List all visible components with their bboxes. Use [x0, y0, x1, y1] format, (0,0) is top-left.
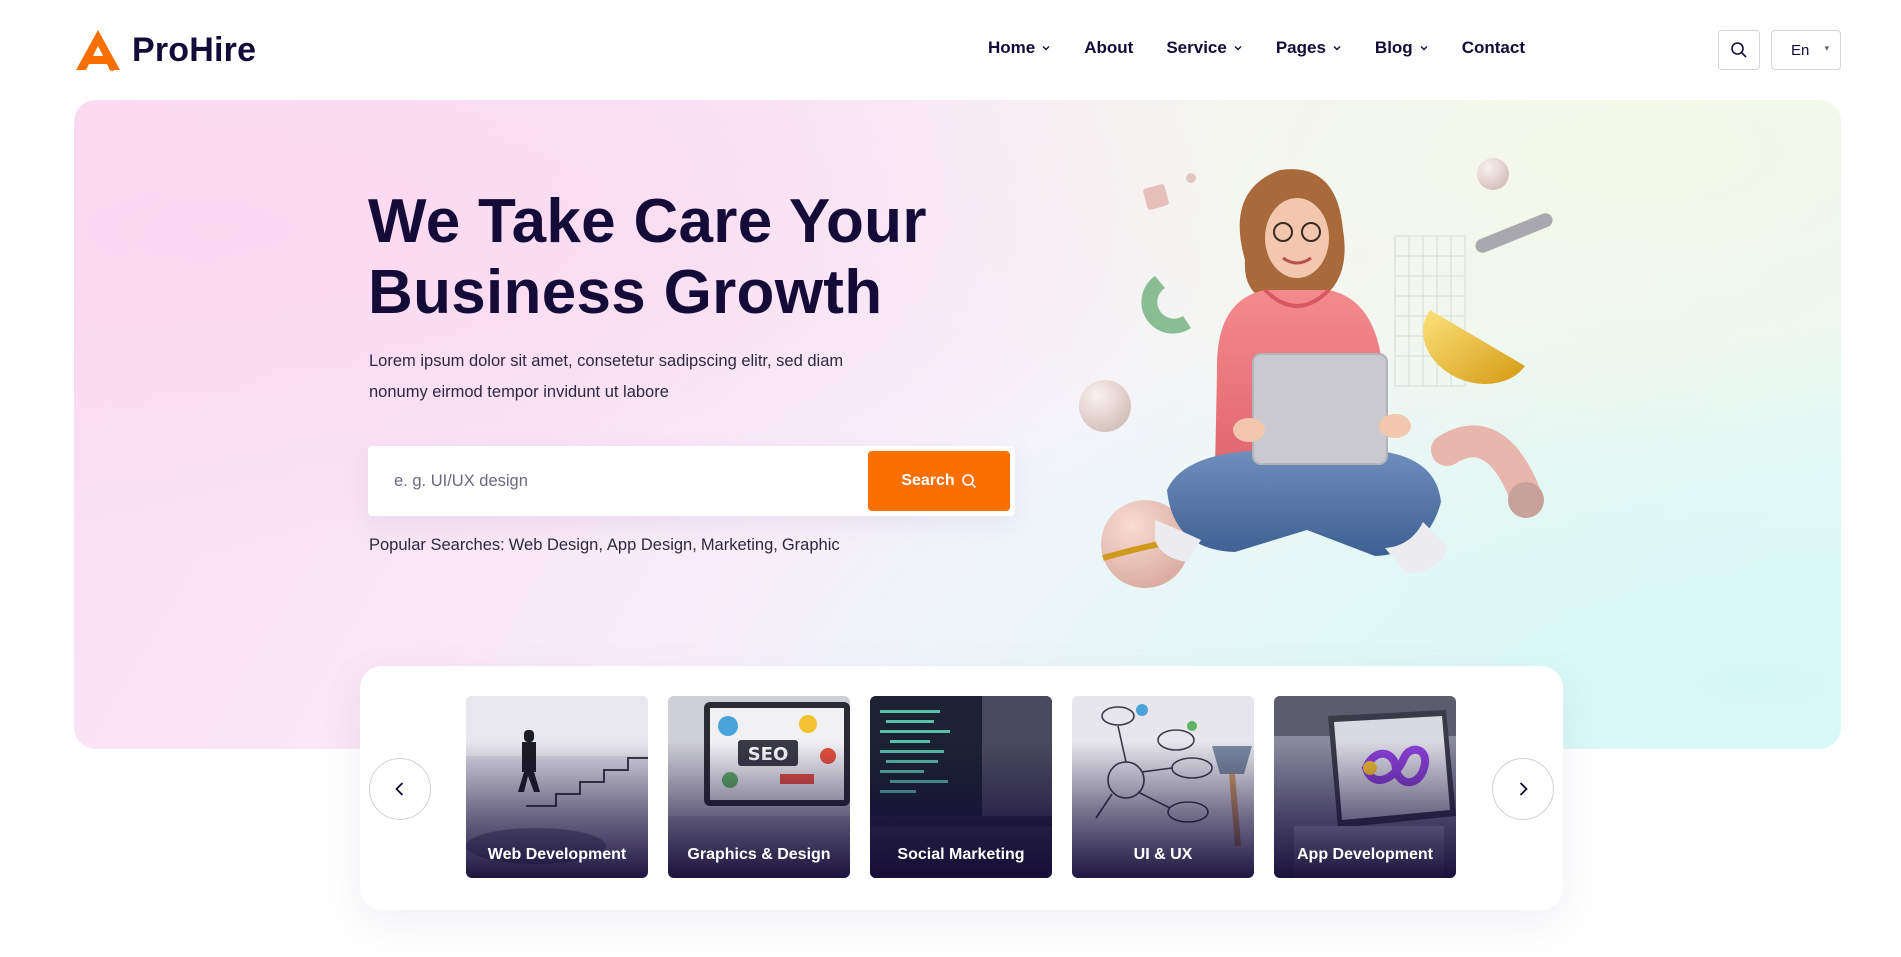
category-label: UI & UX [1133, 846, 1193, 863]
category-card-web-development[interactable]: Web Development [466, 696, 648, 878]
popular-search-link[interactable]: App Design, [607, 536, 697, 555]
hero-description-line1: Lorem ipsum dolor sit amet, consetetur s… [369, 352, 844, 370]
hero-title: We Take Care Your Business Growth [368, 186, 1008, 328]
slider-prev-button[interactable] [369, 758, 431, 820]
logo[interactable]: ProHire [74, 28, 256, 72]
category-label: Graphics & Design [687, 846, 831, 863]
category-card-app-development[interactable]: App Development [1274, 696, 1456, 878]
hero-title-line2: Business Growth [368, 258, 883, 327]
chevron-down-icon [1234, 46, 1242, 51]
popular-search-link[interactable]: Marketing, [701, 536, 778, 555]
chevron-down-icon [1042, 46, 1050, 51]
hero-search-input[interactable] [394, 464, 834, 498]
category-label: Web Development [487, 846, 627, 863]
hero-description-line2: nonumy eirmod tempor invidunt ut labore [369, 383, 669, 401]
nav-item-contact[interactable]: Contact [1462, 38, 1525, 58]
search-button-label: Search [901, 472, 955, 489]
category-card-ui-ux[interactable]: UI & UX [1072, 696, 1254, 878]
chevron-down-icon [1420, 46, 1428, 51]
hero-search-button[interactable]: Search [868, 451, 1010, 511]
chevron-down-icon [1333, 46, 1341, 51]
nav-label: About [1084, 38, 1134, 57]
nav-item-home[interactable]: Home [988, 38, 1051, 58]
category-cards: Web Development SEO Graphics & Design [466, 696, 1456, 878]
popular-searches-label: Popular Searches: [369, 536, 505, 554]
popular-search-link[interactable]: Graphic [782, 536, 840, 555]
nav-item-about[interactable]: About [1084, 38, 1133, 58]
chevron-right-icon [1519, 782, 1528, 796]
category-label: App Development [1296, 846, 1433, 863]
caret-down-icon: ▾ [1824, 43, 1829, 53]
slider-next-button[interactable] [1492, 758, 1554, 820]
nav-item-pages[interactable]: Pages [1276, 38, 1342, 58]
nav-item-blog[interactable]: Blog [1375, 38, 1429, 58]
nav-label: Service [1166, 38, 1227, 57]
hero-title-line1: We Take Care Your [368, 187, 927, 256]
search-icon [1731, 42, 1747, 58]
main-nav: Home About Service Pages Blog Contact [988, 38, 1525, 58]
popular-searches: Popular Searches: Web Design, App Design… [369, 536, 840, 555]
brand-name: ProHire [132, 30, 257, 69]
category-card-social-marketing[interactable]: Social Marketing [870, 696, 1052, 878]
category-label: Social Marketing [897, 846, 1025, 863]
nav-label: Home [988, 38, 1036, 57]
category-card-graphics-design[interactable]: SEO Graphics & Design [668, 696, 850, 878]
chevron-left-icon [395, 782, 404, 796]
nav-label: Contact [1461, 38, 1525, 57]
category-slider: Web Development SEO Graphics & Design [360, 666, 1563, 910]
hero-illustration [1079, 158, 1553, 588]
language-select[interactable]: En ▾ [1771, 30, 1841, 70]
logo-mark-icon [76, 30, 120, 71]
hero-description: Lorem ipsum dolor sit amet, consetetur s… [369, 346, 889, 408]
popular-search-link[interactable]: Web Design, [509, 536, 603, 555]
nav-label: Blog [1374, 38, 1413, 57]
site-header: ProHire Home About Service Pages Blog Co… [0, 0, 1901, 100]
hero-search-form: Search [368, 446, 1015, 516]
language-value: En [1791, 41, 1810, 59]
nav-label: Pages [1275, 38, 1326, 57]
search-icon [961, 474, 976, 489]
nav-item-service[interactable]: Service [1166, 38, 1243, 58]
header-search-button[interactable] [1718, 30, 1760, 70]
